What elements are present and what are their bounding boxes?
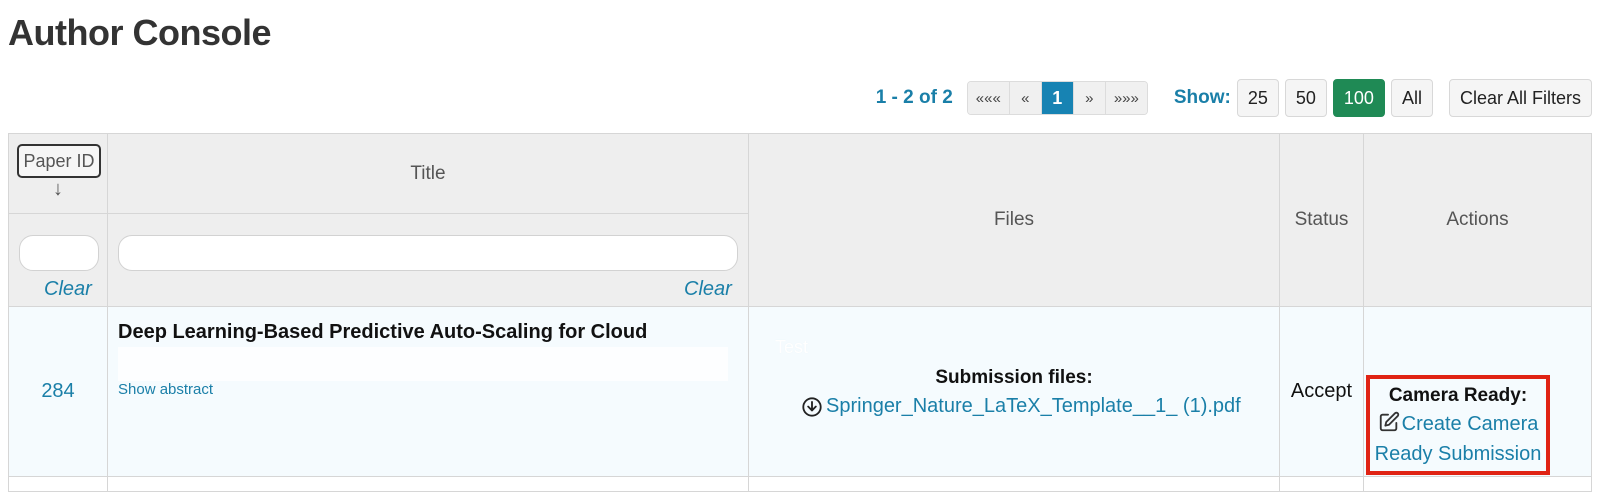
actions-header: Actions	[1364, 134, 1591, 307]
last-page-button[interactable]: »»»	[1105, 82, 1147, 114]
status-header[interactable]: Status	[1280, 134, 1364, 307]
actions-header-label: Actions	[1446, 209, 1509, 230]
title-clear-link[interactable]: Clear	[684, 278, 732, 301]
page-size-all-button[interactable]: All	[1390, 79, 1433, 117]
submission-files-label: Submission files:	[935, 367, 1093, 388]
first-page-button[interactable]: «««	[967, 82, 1010, 114]
title-header-label: Title	[410, 162, 446, 184]
sort-down-icon: ↓	[53, 178, 63, 200]
paper-id-header: Paper ID ↓	[9, 134, 108, 214]
table-row-files: Test Submission files: Springer_Nature_L…	[749, 307, 1280, 477]
range-indicator: 1 - 2 of 2	[875, 87, 953, 108]
table-row-next-id	[9, 477, 108, 492]
table-row-paper-id: 284	[9, 307, 108, 477]
status-header-label: Status	[1294, 209, 1349, 230]
title-header[interactable]: Title	[108, 134, 749, 214]
paper-id-filter-input[interactable]	[19, 235, 99, 271]
paper-id-sort-button[interactable]: Paper ID	[17, 144, 101, 178]
title-filter-cell: Clear	[108, 214, 749, 307]
download-circle-icon	[802, 396, 822, 417]
files-header-label: Files	[993, 209, 1035, 230]
status-value: Accept	[1290, 380, 1353, 402]
files-header: Files	[749, 134, 1280, 307]
prev-page-button[interactable]: «	[1009, 82, 1042, 114]
abstract-placeholder	[118, 347, 728, 381]
table-row-next-status	[1280, 477, 1364, 492]
next-page-button[interactable]: »	[1073, 82, 1106, 114]
submission-file-link[interactable]: Springer_Nature_LaTeX_Template__1_ (1).p…	[801, 395, 1241, 418]
current-page-button[interactable]: 1	[1041, 82, 1074, 114]
page-size-50-button[interactable]: 50	[1284, 79, 1327, 117]
table-row-status: Accept	[1280, 307, 1364, 477]
paper-title: Deep Learning-Based Predictive Auto-Scal…	[118, 321, 648, 343]
submission-file-name: Springer_Nature_LaTeX_Template__1_ (1).p…	[826, 395, 1241, 417]
title-filter-input[interactable]	[118, 235, 738, 271]
paper-id-filter-cell: Clear	[9, 214, 108, 307]
pagination: ««« « 1 » »»»	[966, 81, 1148, 115]
paper-id-clear-link[interactable]: Clear	[44, 278, 92, 301]
page-size-100-button[interactable]: 100	[1332, 79, 1385, 117]
table-row-next-files	[749, 477, 1280, 492]
table-toolbar: 1 - 2 of 2 ««« « 1 » »»» Show: 25 50 100…	[875, 79, 1592, 117]
table-row-next-title	[108, 477, 749, 492]
clear-all-filters-button[interactable]: Clear All Filters	[1448, 79, 1592, 117]
show-label: Show:	[1173, 87, 1231, 108]
create-camera-ready-link[interactable]: Create Camera Ready Submission	[1370, 409, 1546, 469]
paper-id-link[interactable]: 284	[9, 380, 107, 403]
camera-ready-highlight: Camera Ready: Create Camera Ready Submis…	[1366, 375, 1550, 475]
edit-icon	[1379, 411, 1399, 432]
camera-ready-label: Camera Ready:	[1388, 385, 1528, 406]
table-row-title: Deep Learning-Based Predictive Auto-Scal…	[108, 307, 749, 477]
page-size-25-button[interactable]: 25	[1236, 79, 1279, 117]
table-row-actions: Camera Ready: Create Camera Ready Submis…	[1364, 307, 1591, 477]
page-title: Author Console	[8, 12, 271, 53]
table-row-next-actions	[1364, 477, 1591, 492]
papers-table: Paper ID ↓ Clear Title Clear Files Statu…	[8, 133, 1592, 492]
ghost-label: Test	[775, 337, 809, 357]
show-abstract-link[interactable]: Show abstract	[118, 381, 213, 398]
